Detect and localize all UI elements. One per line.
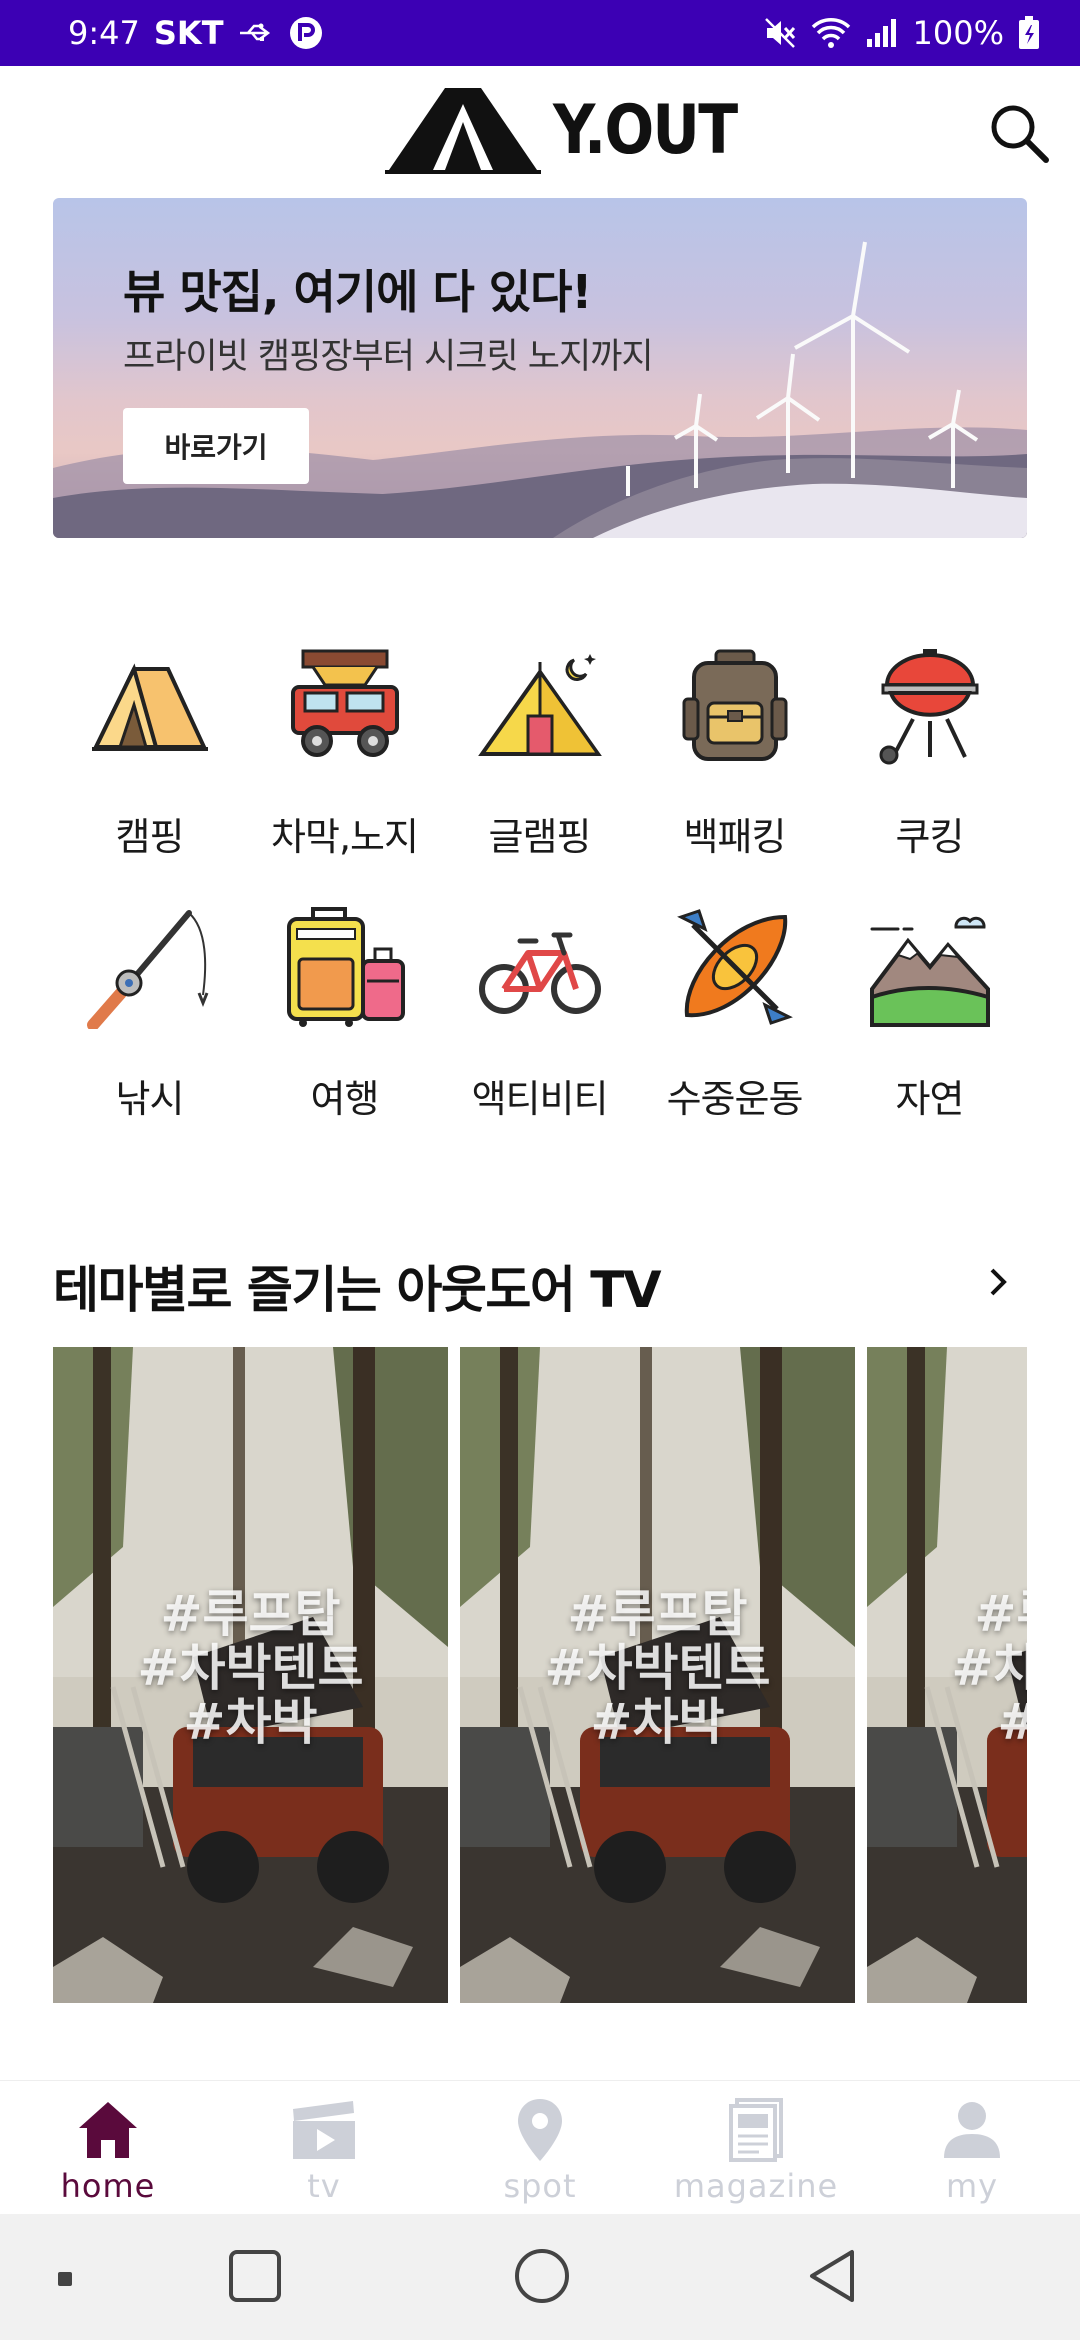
banner-title: 뷰 맛집, 여기에 다 있다!: [123, 265, 592, 319]
tv-card-tags: #루프탑 #차박텐트 #차박: [867, 1587, 1027, 1749]
back-button[interactable]: [810, 2250, 854, 2302]
mountain-icon: [865, 902, 995, 1032]
status-bar: 9:47 SKT 100%: [0, 0, 1080, 66]
fishing-rod-icon: [85, 902, 215, 1032]
banner-go-button[interactable]: 바로가기: [123, 408, 309, 484]
tv-card-tags: #루프탑 #차박텐트 #차박: [53, 1587, 448, 1749]
status-carrier: SKT: [153, 14, 224, 52]
category-label: 차막,노지: [271, 815, 419, 859]
category-glamping[interactable]: 글램핑: [442, 640, 637, 902]
nav-label: home: [60, 2167, 156, 2205]
clapperboard-icon: [289, 2095, 359, 2165]
nav-label: my: [945, 2167, 999, 2205]
search-button[interactable]: [986, 100, 1052, 166]
tv-card[interactable]: #루프탑 #차박텐트 #차박: [53, 1347, 448, 2003]
tag: #차박: [183, 1693, 318, 1751]
grill-icon: [865, 640, 995, 770]
magazine-icon: [721, 2095, 791, 2165]
mute-icon: [763, 16, 797, 50]
tag: #차박텐트: [137, 1639, 364, 1697]
category-cooking[interactable]: 쿠킹: [832, 640, 1027, 902]
chevron-right-icon[interactable]: [978, 1262, 1018, 1302]
nav-tv[interactable]: tv: [216, 2081, 432, 2214]
category-label: 캠핑: [115, 815, 185, 859]
category-label: 여행: [310, 1077, 380, 1121]
home-button[interactable]: [515, 2249, 569, 2303]
category-grid: 캠핑 차막,노지 글램핑 백패킹 쿠킹 낚시 여행 액티비티 수중운동 자연: [52, 640, 1028, 1164]
category-car-camping[interactable]: 차막,노지: [247, 640, 442, 902]
tent-logo-icon: [385, 82, 541, 178]
location-pin-icon: [505, 2095, 575, 2165]
tv-section-title: 테마별로 즐기는 아웃도어 TV: [53, 1261, 662, 1319]
tag: #차박: [867, 1695, 1027, 1749]
usb-icon: [238, 21, 274, 45]
nav-label: magazine: [673, 2167, 839, 2205]
nav-my[interactable]: my: [864, 2081, 1080, 2214]
category-activity[interactable]: 액티비티: [442, 902, 637, 1164]
category-label: 백패킹: [683, 815, 787, 859]
category-nature[interactable]: 자연: [832, 902, 1027, 1164]
glamping-tent-icon: [475, 640, 605, 770]
system-navigation-bar: [0, 2214, 1080, 2340]
tent-icon: [85, 640, 215, 770]
battery-icon: [1018, 16, 1040, 50]
category-label: 낚시: [115, 1077, 185, 1121]
tv-card[interactable]: #루프탑 #차박텐트 #차박: [460, 1347, 855, 2003]
nav-home[interactable]: home: [0, 2081, 216, 2214]
promo-banner[interactable]: 뷰 맛집, 여기에 다 있다! 프라이빗 캠핑장부터 시크릿 노지까지 바로가기: [53, 198, 1027, 538]
battery-level: 100%: [912, 14, 1004, 52]
home-icon: [73, 2095, 143, 2165]
person-icon: [937, 2095, 1007, 2165]
recent-apps-button[interactable]: [229, 2250, 281, 2302]
tv-card-tags: #루프탑 #차박텐트 #차박: [460, 1587, 855, 1749]
tag: #차박텐트: [544, 1639, 771, 1697]
kayak-icon: [670, 902, 800, 1032]
tag: #루프탑: [567, 1585, 748, 1643]
tv-carousel[interactable]: #루프탑 #차박텐트 #차박 #루프탑 #차박텐트 #차박 # #차: [53, 1347, 1027, 2003]
app-header: Y.OUT: [0, 66, 1080, 198]
nav-label: tv: [307, 2167, 341, 2205]
tag: #차박텐트: [951, 1639, 1027, 1697]
category-backpacking[interactable]: 백패킹: [637, 640, 832, 902]
tag: #차박: [590, 1693, 725, 1751]
category-label: 쿠킹: [895, 815, 965, 859]
app-notification-icon: [288, 15, 324, 51]
logo-text: Y.OUT: [553, 90, 738, 170]
search-icon: [991, 105, 1049, 163]
signal-icon: [865, 17, 899, 49]
category-label: 수중운동: [666, 1077, 804, 1121]
tag: #루프탑: [974, 1585, 1027, 1643]
app-logo[interactable]: Y.OUT: [385, 82, 766, 178]
category-travel[interactable]: 여행: [247, 902, 442, 1164]
status-time: 9:47: [68, 14, 140, 52]
category-label: 액티비티: [471, 1077, 609, 1121]
wifi-icon: [811, 17, 851, 49]
category-water-sports[interactable]: 수중운동: [637, 902, 832, 1164]
bottom-navigation: home tv spot magazine my: [0, 2080, 1080, 2214]
category-label: 글램핑: [488, 815, 592, 859]
nav-label: spot: [503, 2167, 577, 2205]
category-fishing[interactable]: 낚시: [52, 902, 247, 1164]
tv-card[interactable]: #루프탑 #차박텐트 #차박: [867, 1347, 1027, 2003]
category-label: 자연: [895, 1077, 965, 1121]
tag: #루프탑: [160, 1585, 341, 1643]
nav-spot[interactable]: spot: [432, 2081, 648, 2214]
recent-dot-icon[interactable]: [58, 2272, 72, 2286]
luggage-icon: [280, 902, 410, 1032]
jeep-icon: [280, 640, 410, 770]
banner-subtitle: 프라이빗 캠핑장부터 시크릿 노지까지: [123, 337, 654, 377]
nav-magazine[interactable]: magazine: [648, 2081, 864, 2214]
backpack-icon: [670, 640, 800, 770]
bicycle-icon: [475, 902, 605, 1032]
category-camping[interactable]: 캠핑: [52, 640, 247, 902]
